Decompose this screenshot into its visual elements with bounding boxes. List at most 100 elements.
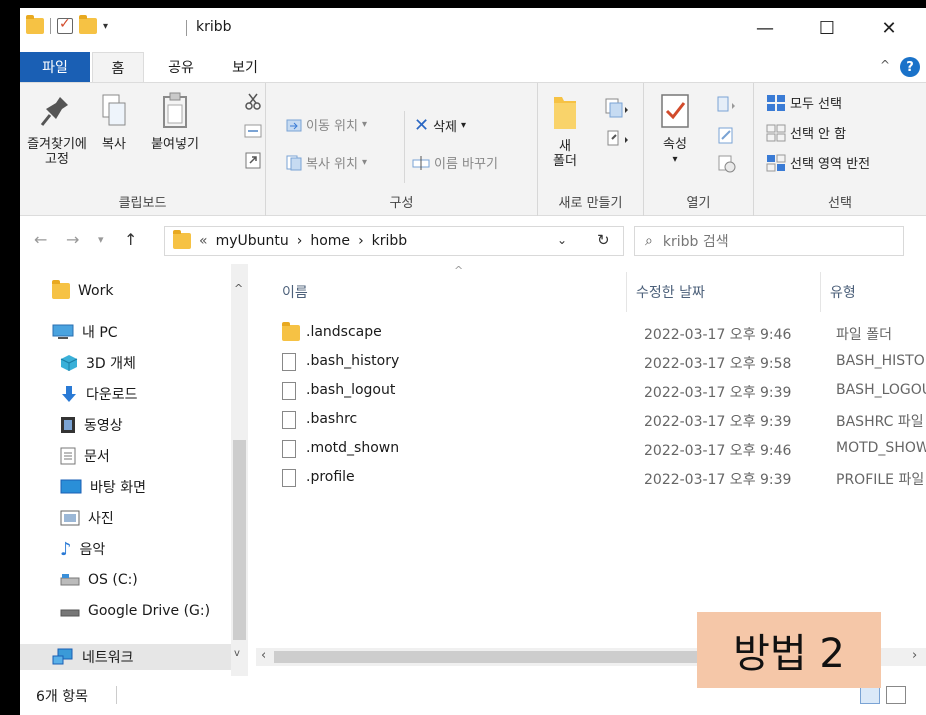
nav-item-network[interactable]: 네트워크 <box>20 644 231 670</box>
forward-icon[interactable]: → <box>66 230 79 249</box>
edit-icon[interactable] <box>716 125 736 145</box>
divider <box>50 18 51 34</box>
scroll-up-icon[interactable]: ^ <box>234 282 243 295</box>
table-row[interactable]: .profile 2022-03-17 오후 9:39 PROFILE 파일 <box>256 463 926 491</box>
minimize-button[interactable]: — <box>742 8 788 48</box>
scroll-left-icon[interactable]: ‹ <box>261 648 266 663</box>
nav-item-documents[interactable]: 문서 <box>60 443 110 469</box>
search-box[interactable]: ⌕ kribb 검색 <box>634 226 904 256</box>
move-to-label: 이동 위치 <box>306 119 358 134</box>
nav-item-label: OS (C:) <box>88 572 138 588</box>
file-date: 2022-03-17 오후 9:39 <box>644 385 792 401</box>
nav-item-this-pc[interactable]: 내 PC <box>52 319 118 345</box>
move-to-button[interactable]: 이동 위치 ▾ <box>286 115 367 134</box>
scrollbar-thumb[interactable] <box>274 651 724 663</box>
delete-button[interactable]: ✕ 삭제 ▾ <box>414 115 466 136</box>
table-row[interactable]: .bash_history 2022-03-17 오후 9:58 BASH_HI… <box>256 347 926 375</box>
help-icon[interactable]: ? <box>900 57 920 77</box>
breadcrumb-overflow[interactable]: « <box>199 233 208 249</box>
organize-group-label: 구성 <box>389 196 414 211</box>
paste-shortcut-icon[interactable] <box>244 151 262 169</box>
details-view-icon[interactable] <box>860 686 880 704</box>
nav-item-music[interactable]: ♪ 음악 <box>60 536 105 562</box>
nav-item-3d-objects[interactable]: 3D 개체 <box>60 350 136 376</box>
copy-to-label: 복사 위치 <box>306 157 358 172</box>
table-row[interactable]: .landscape 2022-03-17 오후 9:46 파일 폴더 <box>256 318 926 346</box>
title-bar: ▾ kribb — ☐ ✕ <box>20 8 926 48</box>
tab-file[interactable]: 파일 <box>20 52 90 82</box>
large-icons-view-icon[interactable] <box>886 686 906 704</box>
copy-button[interactable]: 복사 <box>94 91 134 152</box>
scroll-down-icon[interactable]: v <box>234 648 240 659</box>
breadcrumb-item-kribb[interactable]: kribb <box>372 233 408 249</box>
customize-toolbar-icon[interactable]: ▾ <box>103 21 108 32</box>
breadcrumb-item-myubuntu[interactable]: myUbuntu <box>216 233 289 249</box>
new-item-icon[interactable] <box>604 97 630 119</box>
close-button[interactable]: ✕ <box>866 8 912 48</box>
open-icon[interactable] <box>714 95 738 115</box>
column-header-name[interactable]: 이름 <box>282 282 308 302</box>
breadcrumb-separator[interactable]: › <box>297 233 303 249</box>
nav-item-work[interactable]: Work <box>52 278 113 304</box>
collapse-ribbon-icon[interactable]: ^ <box>880 58 890 72</box>
nav-item-google-drive[interactable]: Google Drive (G:) <box>60 598 210 624</box>
maximize-button[interactable]: ☐ <box>804 8 850 48</box>
nav-item-videos[interactable]: 동영상 <box>60 412 123 438</box>
scrollbar-thumb[interactable] <box>233 440 246 640</box>
new-folder-icon <box>554 97 576 129</box>
properties-icon[interactable] <box>57 16 73 34</box>
nav-item-label: Google Drive (G:) <box>88 603 211 619</box>
delete-label: 삭제 <box>433 120 458 135</box>
cut-icon[interactable] <box>244 93 262 111</box>
select-group-label: 선택 <box>828 196 852 211</box>
column-header-type[interactable]: 유형 <box>830 282 856 302</box>
back-icon[interactable]: ← <box>34 230 47 249</box>
nav-item-desktop[interactable]: 바탕 화면 <box>60 474 146 500</box>
table-row[interactable]: .bashrc 2022-03-17 오후 9:39 BASHRC 파일 <box>256 405 926 433</box>
select-all-button[interactable]: 모두 선택 <box>766 93 842 112</box>
address-dropdown-icon[interactable]: ⌄ <box>557 233 567 247</box>
chevron-down-icon: ▾ <box>461 120 467 131</box>
table-row[interactable]: .motd_shown 2022-03-17 오후 9:46 MOTD_SHOW… <box>256 434 926 462</box>
nav-item-pictures[interactable]: 사진 <box>60 505 114 531</box>
paste-button[interactable]: 붙여넣기 <box>140 91 210 152</box>
pin-icon <box>40 97 68 126</box>
tab-view[interactable]: 보기 <box>220 52 270 82</box>
nav-item-os-c[interactable]: OS (C:) <box>60 567 138 593</box>
up-icon[interactable]: ↑ <box>124 230 137 249</box>
file-name: .bash_logout <box>306 382 396 398</box>
new-folder-button[interactable]: 새 폴더 <box>548 91 582 169</box>
history-icon[interactable] <box>716 153 736 173</box>
recent-locations-icon[interactable]: ▾ <box>98 233 104 246</box>
invert-selection-button[interactable]: 선택 영역 반전 <box>766 153 870 172</box>
file-name: .bash_history <box>306 353 400 369</box>
address-box[interactable]: « myUbuntu › home › kribb ⌄ ↻ <box>164 226 624 256</box>
copy-to-button[interactable]: 복사 위치 ▾ <box>286 153 367 172</box>
scroll-right-icon[interactable]: › <box>912 648 917 663</box>
refresh-icon[interactable]: ↻ <box>597 231 610 249</box>
navigation-scrollbar[interactable]: ^ v <box>231 264 248 676</box>
file-date: 2022-03-17 오후 9:39 <box>644 414 792 430</box>
breadcrumb-separator[interactable]: › <box>358 233 364 249</box>
breadcrumb-item-home[interactable]: home <box>310 233 350 249</box>
file-name: .landscape <box>306 324 382 340</box>
pin-label: 즐겨찾기에 고정 <box>27 137 87 167</box>
new-folder-icon[interactable] <box>79 15 97 34</box>
easy-access-icon[interactable] <box>604 127 630 149</box>
select-none-label: 선택 안 함 <box>790 127 847 142</box>
search-input[interactable]: kribb 검색 <box>663 231 729 251</box>
open-group-label: 열기 <box>686 196 711 211</box>
nav-item-downloads[interactable]: 다운로드 <box>60 381 138 407</box>
table-row[interactable]: .bash_logout 2022-03-17 오후 9:39 BASH_LOG… <box>256 376 926 404</box>
properties-button[interactable]: 속성 ▾ <box>650 91 700 167</box>
copy-path-icon[interactable] <box>244 123 262 139</box>
divider <box>186 20 187 36</box>
pin-to-quick-access-button[interactable]: 즐겨찾기에 고정 <box>24 91 90 167</box>
nav-item-label: 바탕 화면 <box>90 480 146 496</box>
file-icon <box>282 440 296 458</box>
column-header-modified[interactable]: 수정한 날짜 <box>636 282 705 302</box>
tab-home[interactable]: 홈 <box>92 52 144 82</box>
tab-share[interactable]: 공유 <box>156 52 206 82</box>
rename-button[interactable]: 이름 바꾸기 <box>412 153 498 172</box>
select-none-button[interactable]: 선택 안 함 <box>766 123 846 142</box>
